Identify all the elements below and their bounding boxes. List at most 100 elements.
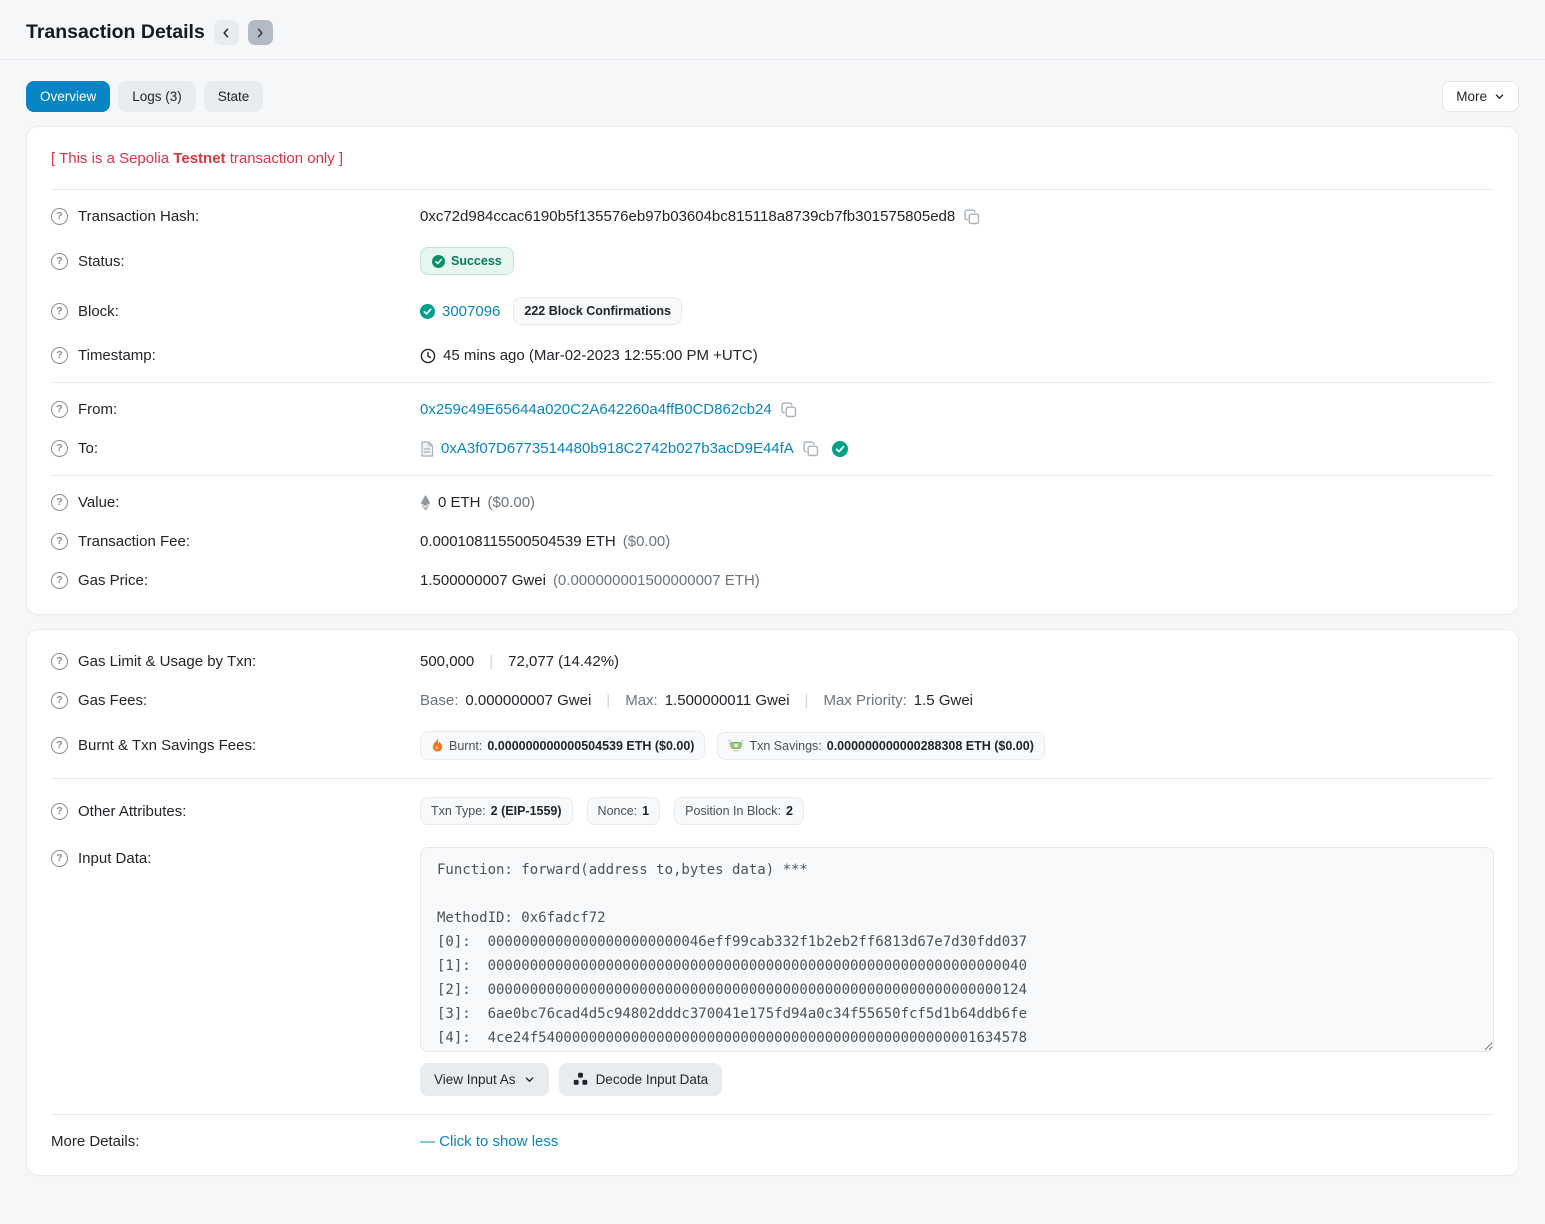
transaction-hash-label: Transaction Hash: xyxy=(78,208,199,225)
gas-fees-row: ? Gas Fees: Base: 0.000000007 Gwei | Max… xyxy=(51,681,1494,720)
position-in-block-badge: Position In Block: 2 xyxy=(674,797,804,825)
from-address-link[interactable]: 0x259c49E65644a020C2A642260a4ffB0CD862cb… xyxy=(420,401,772,418)
burnt-savings-row: ? Burnt & Txn Savings Fees: Burnt: 0.000… xyxy=(51,720,1494,771)
txn-savings-badge-label: Txn Savings: xyxy=(749,739,821,753)
tab-state[interactable]: State xyxy=(204,81,264,112)
copy-to-address-button[interactable] xyxy=(801,441,821,457)
to-address-link[interactable]: 0xA3f07D6773514480b918C2742b027b3acD9E44… xyxy=(441,440,794,457)
gas-price-amount: 1.500000007 Gwei xyxy=(420,572,546,589)
copy-from-address-button[interactable] xyxy=(779,402,799,418)
page-title: Transaction Details xyxy=(26,21,205,44)
help-icon[interactable]: ? xyxy=(51,440,68,457)
testnet-warning: [ This is a Sepolia Testnet transaction … xyxy=(51,133,1494,182)
chevron-down-icon xyxy=(1494,91,1505,102)
help-icon[interactable]: ? xyxy=(51,737,68,754)
status-row: ? Status: Success xyxy=(51,236,1494,286)
help-icon[interactable]: ? xyxy=(51,692,68,709)
help-icon[interactable]: ? xyxy=(51,347,68,364)
gas-price-label: Gas Price: xyxy=(78,572,148,589)
tab-bar: Overview Logs (3) State More xyxy=(26,81,1519,112)
help-icon[interactable]: ? xyxy=(51,533,68,550)
help-icon[interactable]: ? xyxy=(51,850,68,867)
more-dropdown-button[interactable]: More xyxy=(1442,81,1519,112)
block-label: Block: xyxy=(78,303,119,320)
gas-usage-value: 72,077 (14.42%) xyxy=(508,653,619,670)
previous-transaction-button[interactable] xyxy=(214,20,239,45)
next-transaction-button[interactable] xyxy=(248,20,273,45)
view-input-as-label: View Input As xyxy=(434,1072,516,1087)
to-row: ? To: 0xA3f07D6773514480b918C2742b027b3a… xyxy=(51,429,1494,468)
help-icon[interactable]: ? xyxy=(51,803,68,820)
nonce-badge: Nonce: 1 xyxy=(587,797,661,825)
transaction-hash-row: ? Transaction Hash: 0xc72d984ccac6190b5f… xyxy=(51,197,1494,236)
copy-transaction-hash-button[interactable] xyxy=(962,209,982,225)
burnt-fees-badge-value: 0.000000000000504539 ETH ($0.00) xyxy=(487,739,694,753)
block-number-link[interactable]: 3007096 xyxy=(442,303,500,320)
block-confirmations-badge: 222 Block Confirmations xyxy=(513,297,682,325)
copy-icon xyxy=(803,441,819,457)
section-divider xyxy=(51,189,1494,190)
transaction-details-page: Transaction Details Overview Logs (3) St… xyxy=(0,0,1545,1194)
transaction-fee-row: ? Transaction Fee: 0.000108115500504539 … xyxy=(51,522,1494,561)
page-header: Transaction Details xyxy=(26,0,1519,45)
show-less-link[interactable]: — Click to show less xyxy=(420,1133,558,1150)
max-fee-label: Max: xyxy=(625,692,658,709)
input-data-textarea[interactable]: Function: forward(address to,bytes data)… xyxy=(420,847,1494,1052)
max-priority-fee-value: 1.5 Gwei xyxy=(914,692,973,709)
help-icon[interactable]: ? xyxy=(51,653,68,670)
separator: | xyxy=(481,653,501,670)
other-attributes-label: Other Attributes: xyxy=(78,803,186,820)
from-row: ? From: 0x259c49E65644a020C2A642260a4ffB… xyxy=(51,390,1494,429)
gas-fees-label: Gas Fees: xyxy=(78,692,147,709)
check-circle-icon xyxy=(432,255,445,268)
transaction-fee-amount: 0.000108115500504539 ETH xyxy=(420,533,616,550)
txn-savings-badge-value: 0.000000000000288308 ETH ($0.00) xyxy=(827,739,1034,753)
chevron-down-icon xyxy=(524,1074,535,1085)
timestamp-label: Timestamp: xyxy=(78,347,156,364)
timestamp-row: ? Timestamp: 45 mins ago (Mar-02-2023 12… xyxy=(51,336,1494,375)
flame-icon xyxy=(431,738,444,753)
more-details-label: More Details: xyxy=(51,1133,139,1150)
block-row: ? Block: 3007096 222 Block Confirmations xyxy=(51,286,1494,336)
copy-icon xyxy=(781,402,797,418)
value-label: Value: xyxy=(78,494,119,511)
input-data-label: Input Data: xyxy=(78,850,151,867)
max-fee-value: 1.500000011 Gwei xyxy=(665,692,790,709)
input-data-row: ? Input Data: Function: forward(address … xyxy=(51,836,1494,1107)
base-fee-label: Base: xyxy=(420,692,458,709)
help-icon[interactable]: ? xyxy=(51,208,68,225)
more-details-row: More Details: — Click to show less xyxy=(51,1122,1494,1161)
gas-price-eth: (0.000000001500000007 ETH) xyxy=(553,572,760,589)
verified-check-circle-icon xyxy=(832,441,848,457)
decode-input-data-button[interactable]: Decode Input Data xyxy=(559,1063,723,1096)
decode-cubes-icon xyxy=(573,1072,588,1087)
value-usd: ($0.00) xyxy=(488,494,536,511)
view-input-as-button[interactable]: View Input As xyxy=(420,1063,549,1096)
gas-price-row: ? Gas Price: 1.500000007 Gwei (0.0000000… xyxy=(51,561,1494,600)
other-attributes-row: ? Other Attributes: Txn Type: 2 (EIP-155… xyxy=(51,786,1494,836)
status-label: Status: xyxy=(78,253,125,270)
base-fee-value: 0.000000007 Gwei xyxy=(465,692,591,709)
help-icon[interactable]: ? xyxy=(51,572,68,589)
separator: | xyxy=(797,692,817,709)
help-icon[interactable]: ? xyxy=(51,253,68,270)
transaction-fee-usd: ($0.00) xyxy=(623,533,671,550)
testnet-warning-suffix: transaction only ] xyxy=(226,150,344,167)
value-amount: 0 ETH xyxy=(438,494,481,511)
burnt-savings-label: Burnt & Txn Savings Fees: xyxy=(78,737,256,754)
transaction-fee-label: Transaction Fee: xyxy=(78,533,190,550)
chevron-right-icon xyxy=(254,27,266,39)
testnet-warning-bold: Testnet xyxy=(173,150,225,167)
section-divider xyxy=(51,778,1494,779)
tab-overview[interactable]: Overview xyxy=(26,81,110,112)
help-icon[interactable]: ? xyxy=(51,401,68,418)
decode-input-data-label: Decode Input Data xyxy=(596,1072,709,1087)
help-icon[interactable]: ? xyxy=(51,494,68,511)
from-label: From: xyxy=(78,401,117,418)
eth-icon xyxy=(420,495,431,511)
help-icon[interactable]: ? xyxy=(51,303,68,320)
to-label: To: xyxy=(78,440,98,457)
separator: | xyxy=(598,692,618,709)
testnet-warning-prefix: [ This is a Sepolia xyxy=(51,150,173,167)
tab-logs[interactable]: Logs (3) xyxy=(118,81,196,112)
